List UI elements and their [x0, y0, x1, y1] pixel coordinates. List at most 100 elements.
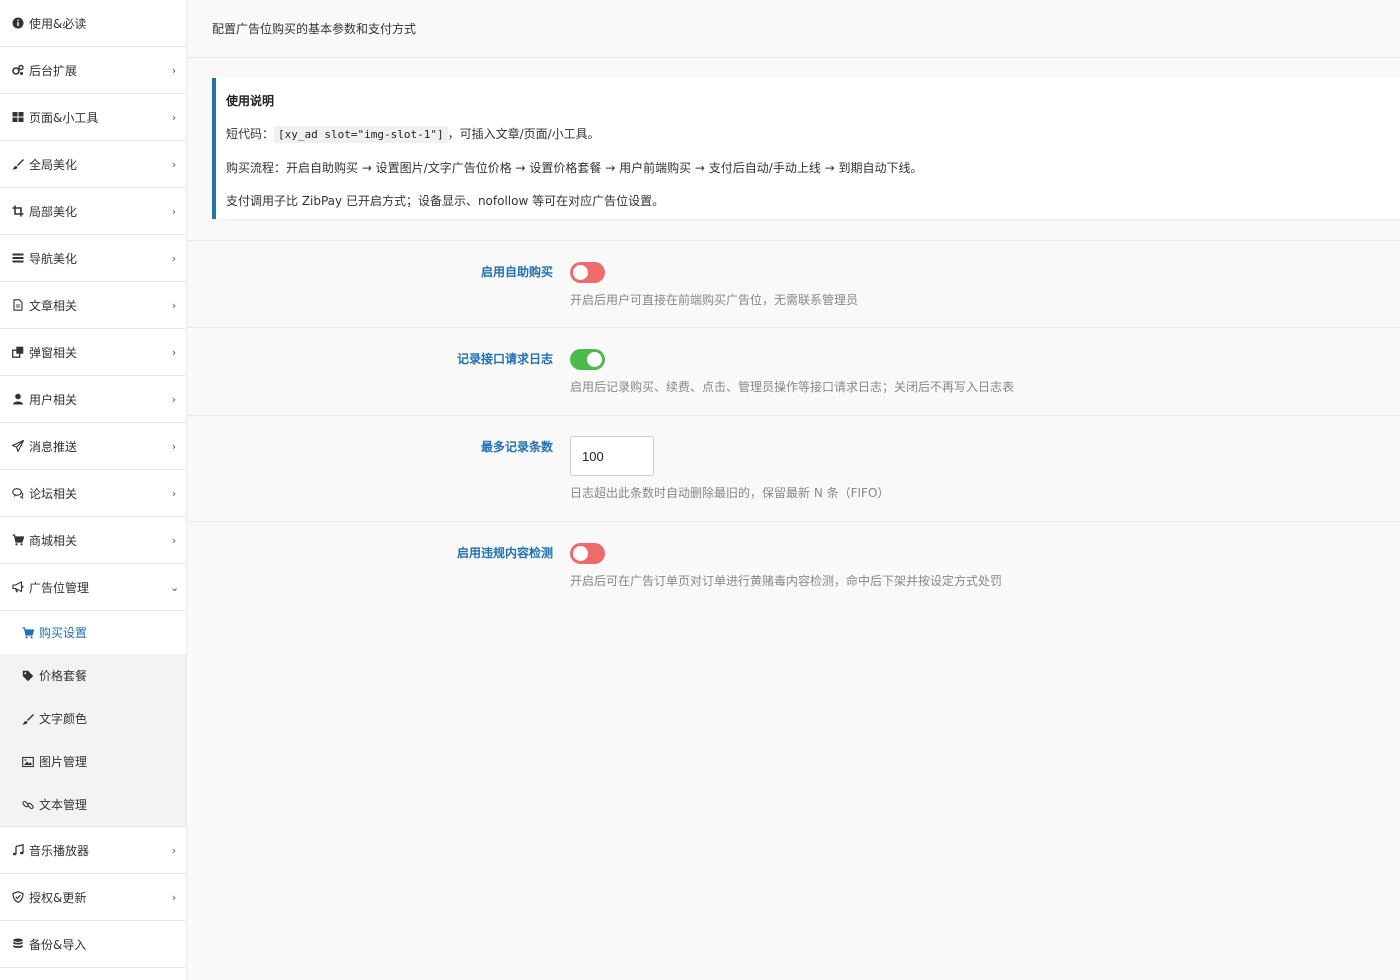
sidebar-subitem-purchase-settings[interactable]: 购买设置	[0, 611, 186, 654]
image-icon	[21, 755, 34, 768]
field-label: 启用自助购买	[480, 265, 553, 279]
tag-icon	[21, 669, 34, 682]
sidebar-item-popups[interactable]: 弹窗相关 ›	[0, 329, 186, 376]
max-log-count-input[interactable]	[570, 436, 654, 476]
sidebar-item-global-style[interactable]: 全局美化 ›	[0, 141, 186, 188]
sidebar-item-label: 文章相关	[29, 298, 78, 313]
sidebar-subitem-label: 价格套餐	[39, 669, 88, 683]
field-enable-self-purchase: 启用自助购买 开启后用户可直接在前端购买广告位，无需联系管理员	[187, 240, 1400, 327]
chevron-down-icon: ⌄	[170, 580, 180, 594]
database-icon	[11, 938, 24, 951]
field-label: 记录接口请求日志	[456, 352, 553, 366]
sidebar-item-pages-widgets[interactable]: 页面&小工具 ›	[0, 94, 186, 141]
usage-notice: 使用说明 短代码： [xy_ad slot="img-slot-1"] ，可插入文章…	[212, 78, 1400, 219]
sidebar-item-license-update[interactable]: 授权&更新 ›	[0, 874, 186, 921]
chevron-right-icon: ›	[171, 63, 177, 77]
shortcode: [xy_ad slot="img-slot-1"]	[274, 126, 448, 143]
sidebar-item-label: 论坛相关	[29, 486, 78, 501]
sidebar-subitem-label: 文本管理	[39, 798, 88, 812]
shortcode-prefix: 短代码：	[226, 127, 275, 141]
field-help: 开启后可在广告订单页对订单进行黄赌毒内容检测，命中后下架并按设定方式处罚	[570, 574, 1003, 588]
grid-icon	[11, 111, 24, 124]
content-detection-toggle[interactable]	[570, 543, 605, 564]
sidebar-item-articles[interactable]: 文章相关 ›	[0, 282, 186, 329]
sidebar-item-label: 授权&更新	[29, 890, 87, 905]
enable-self-purchase-toggle[interactable]	[570, 262, 605, 283]
chevron-right-icon: ›	[171, 298, 177, 312]
chevron-right-icon: ›	[171, 533, 177, 547]
sidebar-subitem-price-plans[interactable]: 价格套餐	[0, 654, 186, 697]
field-max-log-count: 最多记录条数 日志超出此条数时自动删除最旧的，保留最新 N 条（FIFO）	[187, 415, 1400, 521]
sidebar-item-backend-extension[interactable]: 后台扩展 ›	[0, 47, 186, 94]
chevron-right-icon: ›	[171, 157, 177, 171]
field-label: 最多记录条数	[480, 440, 553, 454]
field-label: 启用违规内容检测	[456, 546, 553, 560]
field-control	[570, 436, 654, 476]
sidebar-item-label: 消息推送	[29, 439, 78, 454]
gears-icon	[11, 64, 24, 77]
field-control	[570, 349, 605, 370]
chevron-right-icon: ›	[171, 110, 177, 124]
sidebar-item-backup-import[interactable]: 备份&导入	[0, 921, 186, 968]
chevron-right-icon: ›	[171, 439, 177, 453]
sidebar-item-ad-slots[interactable]: 广告位管理 ⌄	[0, 564, 186, 611]
sidebar-subitem-text-management[interactable]: 文本管理	[0, 783, 186, 826]
toggle-knob	[587, 352, 602, 367]
sidebar-subitem-text-color[interactable]: 文字颜色	[0, 697, 186, 740]
sidebar-item-label: 广告位管理	[29, 580, 90, 595]
sidebar-item-music-player[interactable]: 音乐播放器 ›	[0, 827, 186, 874]
chevron-right-icon: ›	[171, 890, 177, 904]
sidebar-item-label: 全局美化	[29, 157, 78, 172]
comments-icon	[11, 487, 24, 500]
section-description: 配置广告位购买的基本参数和支付方式	[212, 22, 417, 36]
sidebar-item-label: 后台扩展	[29, 63, 78, 78]
sidebar-item-local-style[interactable]: 局部美化 ›	[0, 188, 186, 235]
list-icon	[11, 252, 24, 265]
settings-fields: 启用自助购买 开启后用户可直接在前端购买广告位，无需联系管理员 记录接口请求日志…	[187, 240, 1400, 621]
notice-title: 使用说明	[226, 94, 275, 108]
megaphone-icon	[11, 581, 24, 594]
sidebar-item-label: 使用&必读	[29, 16, 87, 31]
sidebar-subitem-image-management[interactable]: 图片管理	[0, 740, 186, 783]
log-requests-toggle[interactable]	[570, 349, 605, 370]
chevron-right-icon: ›	[171, 486, 177, 500]
sidebar-item-label: 导航美化	[29, 251, 78, 266]
sidebar-item-label: 页面&小工具	[29, 110, 99, 125]
sidebar-item-label: 音乐播放器	[29, 843, 90, 858]
sidebar-item-shop[interactable]: 商城相关 ›	[0, 517, 186, 564]
sidebar-item-push-messages[interactable]: 消息推送 ›	[0, 423, 186, 470]
cart-icon	[21, 626, 34, 639]
main-content: 配置广告位购买的基本参数和支付方式 使用说明 短代码： [xy_ad slot="…	[187, 0, 1400, 980]
notice-payment-line: 支付调用子比 ZibPay 已开启方式；设备显示、nofollow 等可在对应广…	[226, 194, 665, 208]
notice-shortcode-line: 短代码： [xy_ad slot="img-slot-1"] ，可插入文章/页面/小…	[226, 125, 1390, 144]
sidebar-item-label: 弹窗相关	[29, 345, 78, 360]
chevron-right-icon: ›	[171, 251, 177, 265]
sidebar-item-label: 备份&导入	[29, 937, 87, 952]
field-help: 启用后记录购买、续费、点击、管理员操作等接口请求日志；关闭后不再写入日志表	[570, 380, 1015, 394]
music-icon	[11, 844, 24, 857]
shortcode-suffix: ，可插入文章/页面/小工具。	[447, 127, 600, 141]
field-help: 开启后用户可直接在前端购买广告位，无需联系管理员	[570, 293, 859, 307]
paper-plane-icon	[11, 440, 24, 453]
sidebar-item-forum[interactable]: 论坛相关 ›	[0, 470, 186, 517]
sidebar-item-nav-style[interactable]: 导航美化 ›	[0, 235, 186, 282]
field-control	[570, 543, 605, 564]
chevron-right-icon: ›	[171, 843, 177, 857]
sidebar-item-users[interactable]: 用户相关 ›	[0, 376, 186, 423]
chevron-right-icon: ›	[171, 204, 177, 218]
window-icon	[11, 346, 24, 359]
chevron-right-icon: ›	[171, 392, 177, 406]
brush-icon	[21, 712, 34, 725]
user-icon	[11, 393, 24, 406]
sidebar-item-label: 用户相关	[29, 392, 78, 407]
sidebar-item-label: 局部美化	[29, 204, 78, 219]
brush-icon	[11, 158, 24, 171]
field-help: 日志超出此条数时自动删除最旧的，保留最新 N 条（FIFO）	[570, 486, 890, 500]
notice-flow-line: 购买流程：开启自助购买 → 设置图片/文字广告位价格 → 设置价格套餐 → 用户…	[226, 161, 923, 175]
cart-icon	[11, 534, 24, 547]
sidebar-submenu: 购买设置 价格套餐 文字颜色 图片管理 文本管理	[0, 611, 186, 827]
sidebar-subitem-label: 文字颜色	[39, 712, 88, 726]
info-icon	[11, 17, 24, 30]
sidebar-item-usage[interactable]: 使用&必读	[0, 0, 186, 47]
sidebar-subitem-label: 购买设置	[39, 626, 88, 640]
